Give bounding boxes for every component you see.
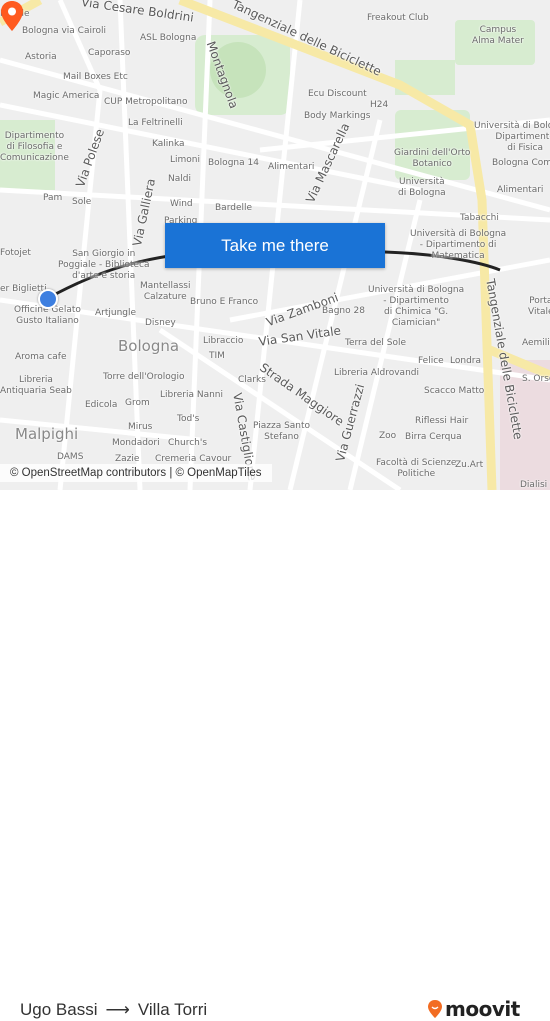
poi-label: Disney [145, 318, 176, 328]
poi-label: Università di Bologna [398, 177, 446, 198]
poi-label: Libreria Aldrovandi [334, 368, 419, 378]
poi-label: Sole [72, 197, 92, 207]
origin-name: Ugo Bassi [20, 1000, 98, 1019]
poi-label: Artjungle [95, 308, 137, 318]
destination-name: Villa Torri [137, 1000, 208, 1019]
poi-label: Bologna 14 [208, 158, 259, 168]
poi-label: Magic America [33, 91, 100, 101]
footer: Ugo Bassi ⟶ Villa Torri moovit [0, 490, 550, 1021]
poi-label: Bologna Comp [492, 158, 550, 168]
poi-label: Astoria [25, 52, 57, 62]
moovit-logo[interactable]: moovit [427, 997, 520, 1021]
poi-label: Bologna via Cairoli [22, 26, 106, 36]
poi-label: Università di Bologna - Dipartimento di … [410, 229, 507, 261]
poi-label: Zu.Art [455, 460, 484, 470]
poi-label: Mail Boxes Etc [63, 72, 128, 82]
moovit-pin-icon [428, 1000, 442, 1018]
poi-label: La Feltrinelli [128, 118, 183, 128]
poi-label: Naldi [168, 174, 191, 184]
poi-label: Riflessi Hair [415, 416, 469, 426]
take-me-there-button[interactable]: Take me there [165, 223, 385, 268]
poi-label: Wind [170, 199, 193, 209]
poi-label: Mantellassi Calzature [140, 281, 191, 302]
poi-label: Church's [168, 438, 208, 448]
poi-label: TIM [209, 351, 225, 361]
poi-label: Tod's [177, 414, 200, 424]
poi-label: Porta Vitale [528, 296, 550, 317]
district-label: Malpighi [15, 425, 79, 443]
poi-label: S. Orso [522, 374, 550, 384]
poi-label: Scacco Matto [424, 386, 485, 396]
district-label: Bologna [118, 337, 180, 355]
poi-label: Giardini dell'Orto Botanico [394, 148, 471, 169]
poi-label: Piazza Santo Stefano [253, 421, 311, 442]
poi-label: Body Markings [304, 111, 371, 121]
poi-label: Felice [418, 356, 444, 366]
poi-label: Libreria Antiquaria Seab [0, 375, 72, 396]
poi-label: ASL Bologna [140, 33, 197, 43]
poi-label: Tabacchi [460, 213, 499, 223]
poi-label: Università di Bologna - Dipartimento di … [474, 121, 550, 153]
poi-label: Edicola [85, 400, 118, 410]
poi-label: DAMS [57, 452, 84, 462]
poi-label: Ecu Discount [308, 89, 367, 99]
poi-label: Dipartimento di Filosofia e Comunicazion… [0, 131, 69, 163]
poi-label: Alimentari [268, 162, 315, 172]
poi-label: Torre dell'Orologio [103, 372, 185, 382]
poi-label: Fotojet [0, 248, 31, 258]
route-summary: Ugo Bassi ⟶ Villa Torri [20, 1000, 207, 1020]
poi-label: Aroma cafe [15, 352, 67, 362]
poi-label: H24 [370, 100, 389, 110]
poi-label: Terra del Sole [345, 338, 406, 348]
poi-label: Caporaso [88, 48, 131, 58]
poi-label: Mondadori [112, 438, 160, 448]
poi-label: Dialisi S [520, 480, 550, 490]
poi-label: Libreria Nanni [160, 390, 223, 400]
poi-label: Bagno 28 [322, 306, 365, 316]
map[interactable]: MobileVia Cesare BoldriniTangenziale del… [0, 0, 550, 490]
poi-label: Campus Alma Mater [472, 25, 524, 46]
poi-label: Mirus [128, 422, 153, 432]
poi-label: San Giorgio in Poggiale - Biblioteca d'a… [58, 249, 150, 281]
origin-marker[interactable] [38, 289, 58, 309]
poi-label: Aemilia [522, 338, 550, 348]
poi-label: Università di Bologna - Dipartimento di … [368, 285, 465, 328]
poi-label: Alimentari [497, 185, 544, 195]
poi-label: Facoltà di Scienze Politiche [376, 458, 457, 479]
poi-label: Kalinka [152, 139, 185, 149]
poi-label: Limoni [170, 155, 200, 165]
poi-label: Clarks [238, 375, 266, 385]
poi-label: Birra Cerqua [405, 432, 462, 442]
arrow-right-icon: ⟶ [105, 1000, 130, 1019]
poi-label: Libraccio [203, 336, 244, 346]
moovit-wordmark: moovit [445, 997, 520, 1021]
poi-label: Pam [43, 193, 63, 203]
map-attribution[interactable]: © OpenStreetMap contributors | © OpenMap… [0, 464, 272, 482]
poi-label: Zoo [379, 431, 397, 441]
poi-label: Bardelle [215, 203, 253, 213]
destination-pin-icon[interactable] [0, 0, 24, 32]
poi-label: Grom [125, 398, 150, 408]
poi-label: Bruno E Franco [190, 297, 259, 307]
poi-label: CUP Metropolitano [104, 97, 188, 107]
poi-label: Londra [450, 356, 481, 366]
poi-label: Freakout Club [367, 13, 429, 23]
